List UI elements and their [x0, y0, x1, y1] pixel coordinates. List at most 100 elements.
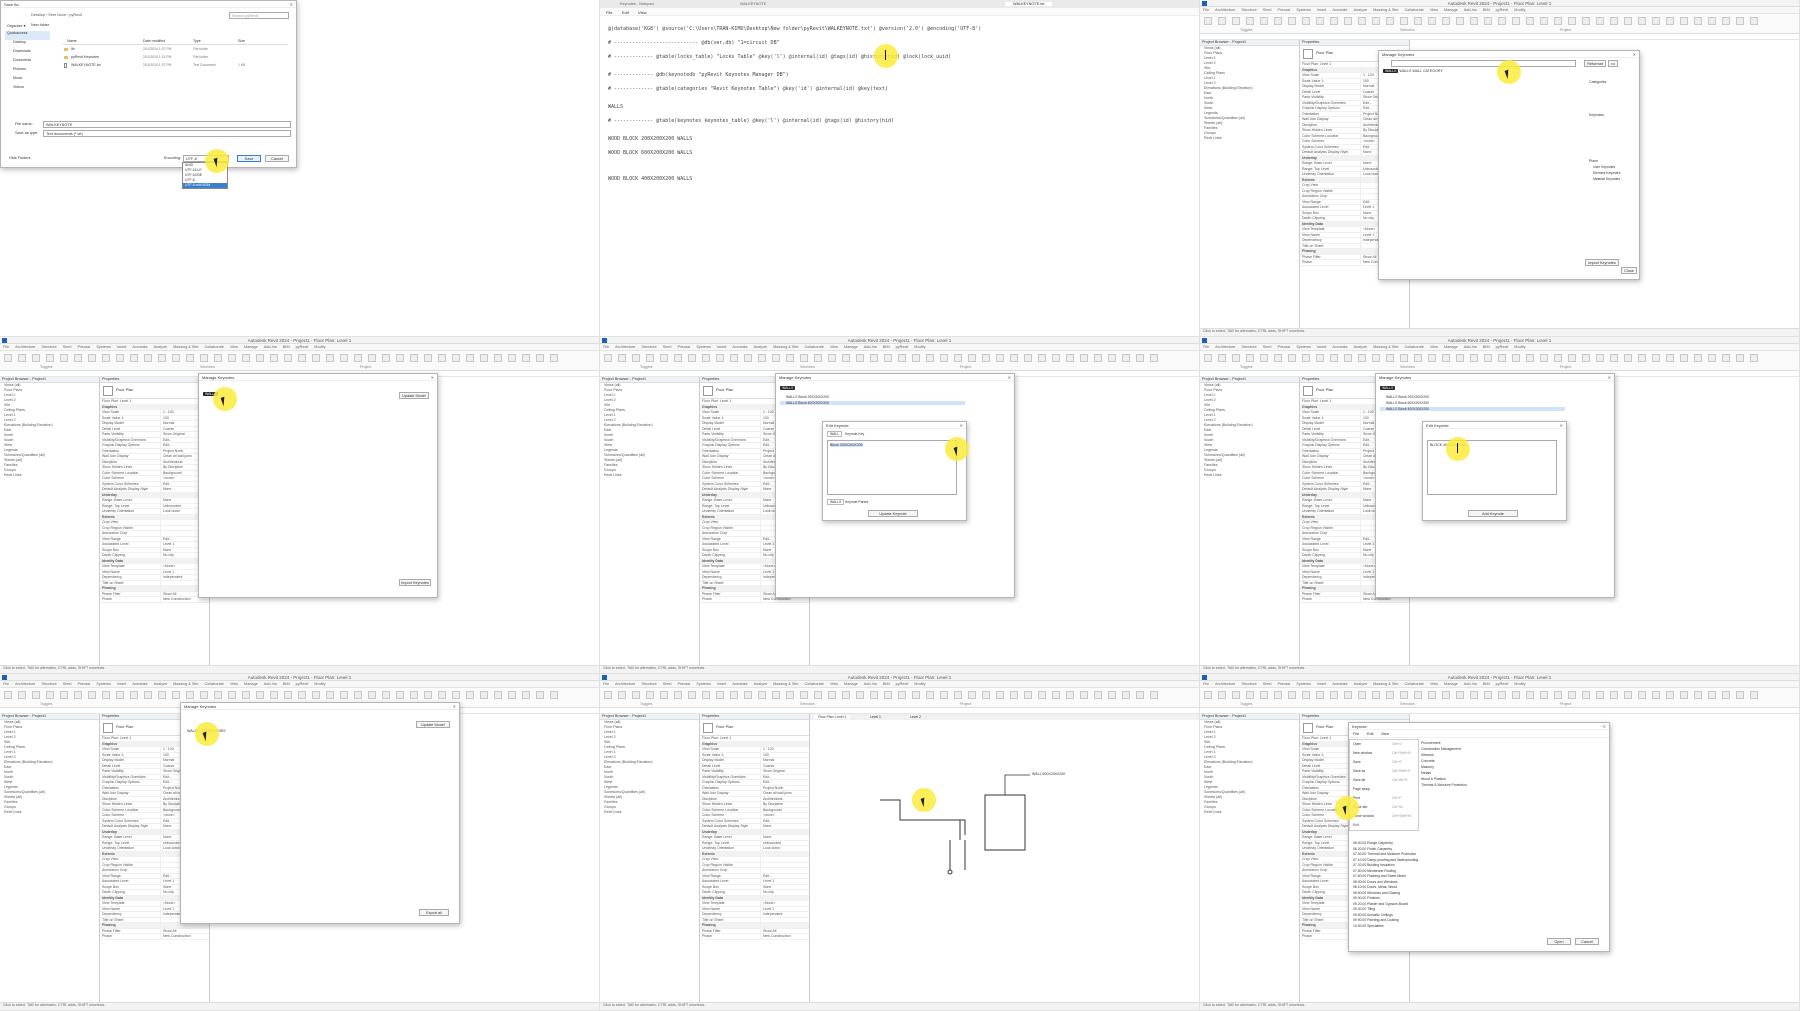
ribbon-tool-icon[interactable] [130, 354, 138, 362]
ribbon-tool-icon[interactable] [1428, 354, 1436, 362]
ribbon-tool-icon[interactable] [1610, 354, 1618, 362]
ribbon-tool-icon[interactable] [1010, 691, 1018, 699]
ribbon-tool-icon[interactable] [1582, 691, 1590, 699]
ribbon-tool-icon[interactable] [1218, 17, 1226, 25]
ribbon-tab[interactable]: Insert [117, 345, 127, 349]
ribbon-tool-icon[interactable] [1400, 354, 1408, 362]
ribbon-tab[interactable]: View [230, 345, 238, 349]
ribbon-tool-icon[interactable] [1596, 354, 1604, 362]
ribbon-tool-icon[interactable] [1470, 354, 1478, 362]
ribbon-tool-icon[interactable] [88, 354, 96, 362]
ribbon-tool-icon[interactable] [1414, 691, 1422, 699]
property-value[interactable]: Project North [759, 785, 809, 790]
floor-plan-drawing[interactable] [810, 720, 1200, 1003]
ribbon-tab[interactable]: Collaborate [804, 345, 823, 349]
ribbon-tab[interactable]: Collaborate [1404, 8, 1423, 12]
file-row[interactable]: lib 2/11/2024 1:37 PM File folder [63, 47, 288, 53]
keynote-tree-item[interactable]: WALLS [780, 386, 796, 390]
ribbon-tab[interactable]: Annotate [132, 682, 147, 686]
ribbon-tool-icon[interactable] [1722, 691, 1730, 699]
ribbon-tab[interactable]: View [830, 345, 838, 349]
ribbon-tool-icon[interactable] [298, 691, 306, 699]
code-line[interactable]: # ------------- @db(keynotedb "pyRevit K… [608, 72, 789, 78]
property-value[interactable] [759, 862, 809, 867]
file-row[interactable]: WALKEYNOTE.txt 2/11/2024 1:37 PM Text Do… [63, 63, 288, 69]
cancel-button[interactable]: Cancel [1575, 938, 1599, 945]
ribbon-tool-icon[interactable] [172, 354, 180, 362]
menu-edit[interactable]: Edit [1367, 732, 1374, 736]
ribbon-tool-icon[interactable] [1568, 354, 1576, 362]
ribbon-tool-icon[interactable] [1316, 17, 1324, 25]
ribbon-tool-icon[interactable] [298, 354, 306, 362]
ribbon-tool-icon[interactable] [1400, 17, 1408, 25]
property-value[interactable]: Look down [759, 846, 809, 851]
ribbon-tool-icon[interactable] [1274, 691, 1282, 699]
property-value[interactable]: Unbounded [759, 840, 809, 845]
ribbon-tool-icon[interactable] [60, 691, 68, 699]
ribbon-tool-icon[interactable] [186, 354, 194, 362]
menu-item[interactable]: Open Ctrl+O [1350, 740, 1418, 749]
property-value[interactable]: Show All [159, 928, 209, 933]
ribbon-tool-icon[interactable] [452, 354, 460, 362]
ribbon-tool-icon[interactable] [256, 354, 264, 362]
ribbon-tab[interactable]: Architecture [615, 345, 635, 349]
ribbon-tool-icon[interactable] [508, 691, 516, 699]
ribbon-tool-icon[interactable] [842, 354, 850, 362]
ribbon-tool-icon[interactable] [4, 691, 12, 699]
ribbon-tool-icon[interactable] [494, 691, 502, 699]
ribbon-tab[interactable]: Massing & Site [773, 345, 798, 349]
ribbon-tool-icon[interactable] [1204, 17, 1212, 25]
property-value[interactable] [759, 857, 809, 862]
ribbon-tab[interactable]: Annotate [1332, 682, 1347, 686]
ribbon-tool-icon[interactable] [494, 354, 502, 362]
ribbon-tab[interactable]: BIM [283, 682, 290, 686]
menu-view[interactable]: View [638, 10, 647, 15]
ribbon-tool-icon[interactable] [1736, 354, 1744, 362]
ribbon-tool-icon[interactable] [1540, 691, 1548, 699]
ribbon-tool-icon[interactable] [1330, 354, 1338, 362]
ribbon-tool-icon[interactable] [1218, 354, 1226, 362]
ribbon-tool-icon[interactable] [1484, 354, 1492, 362]
property-value[interactable]: Background [759, 807, 809, 812]
ribbon-tab[interactable]: Systems [696, 345, 711, 349]
ribbon-tab[interactable]: Systems [1296, 682, 1311, 686]
ribbon-tab[interactable]: Manage [244, 345, 258, 349]
ribbon-tab[interactable]: File [603, 345, 609, 349]
ribbon-tool-icon[interactable] [1680, 17, 1688, 25]
ribbon-tab[interactable]: Add-Ins [864, 345, 877, 349]
ribbon-tool-icon[interactable] [1694, 17, 1702, 25]
ribbon-tool-icon[interactable] [1512, 17, 1520, 25]
menu-item[interactable]: Save as Ctrl+Shift+S [1350, 767, 1418, 776]
ribbon-tool-icon[interactable] [996, 691, 1004, 699]
ribbon-tool-icon[interactable] [46, 691, 54, 699]
menu-item[interactable]: Close tab Ctrl+W [1350, 803, 1418, 812]
code-line[interactable]: # ------------- @table(locks_table) "Loc… [608, 54, 951, 60]
ribbon-tool-icon[interactable] [1232, 691, 1240, 699]
ribbon-tool-icon[interactable] [382, 354, 390, 362]
ribbon-tab[interactable]: BIM [1483, 345, 1490, 349]
keynote-tree-item[interactable]: WALLS WALLS WALL CATEGORY [1383, 69, 1443, 73]
ribbon-tool-icon[interactable] [32, 354, 40, 362]
ribbon-tool-icon[interactable] [1652, 354, 1660, 362]
editor-tab[interactable]: Keynotes - Notepad [620, 2, 654, 6]
ribbon-tool-icon[interactable] [996, 354, 1004, 362]
parent-field[interactable]: WALLS [827, 499, 845, 505]
ribbon-tool-icon[interactable] [842, 691, 850, 699]
ribbon-tool-icon[interactable] [940, 691, 948, 699]
ribbon-tool-icon[interactable] [772, 354, 780, 362]
ribbon-tool-icon[interactable] [1750, 691, 1758, 699]
ribbon-tool-icon[interactable] [744, 354, 752, 362]
ribbon-tab[interactable]: Manage [1444, 682, 1458, 686]
ribbon-tab[interactable]: Massing & Site [1373, 345, 1398, 349]
ribbon-tool-icon[interactable] [130, 691, 138, 699]
ribbon-tab[interactable]: Precast [1277, 345, 1290, 349]
ribbon-tab[interactable]: BIM [1483, 682, 1490, 686]
ribbon-tool-icon[interactable] [1204, 691, 1212, 699]
ribbon-tool-icon[interactable] [1498, 17, 1506, 25]
ribbon-tool-icon[interactable] [1316, 354, 1324, 362]
keynote-list-item-selected[interactable]: WALLS Block 400X200X200 [780, 401, 965, 405]
ribbon-tool-icon[interactable] [870, 354, 878, 362]
ribbon-tool-icon[interactable] [200, 354, 208, 362]
browser-tree-item[interactable]: Revit Links [1200, 473, 1299, 478]
property-value[interactable]: No clip [759, 890, 809, 895]
